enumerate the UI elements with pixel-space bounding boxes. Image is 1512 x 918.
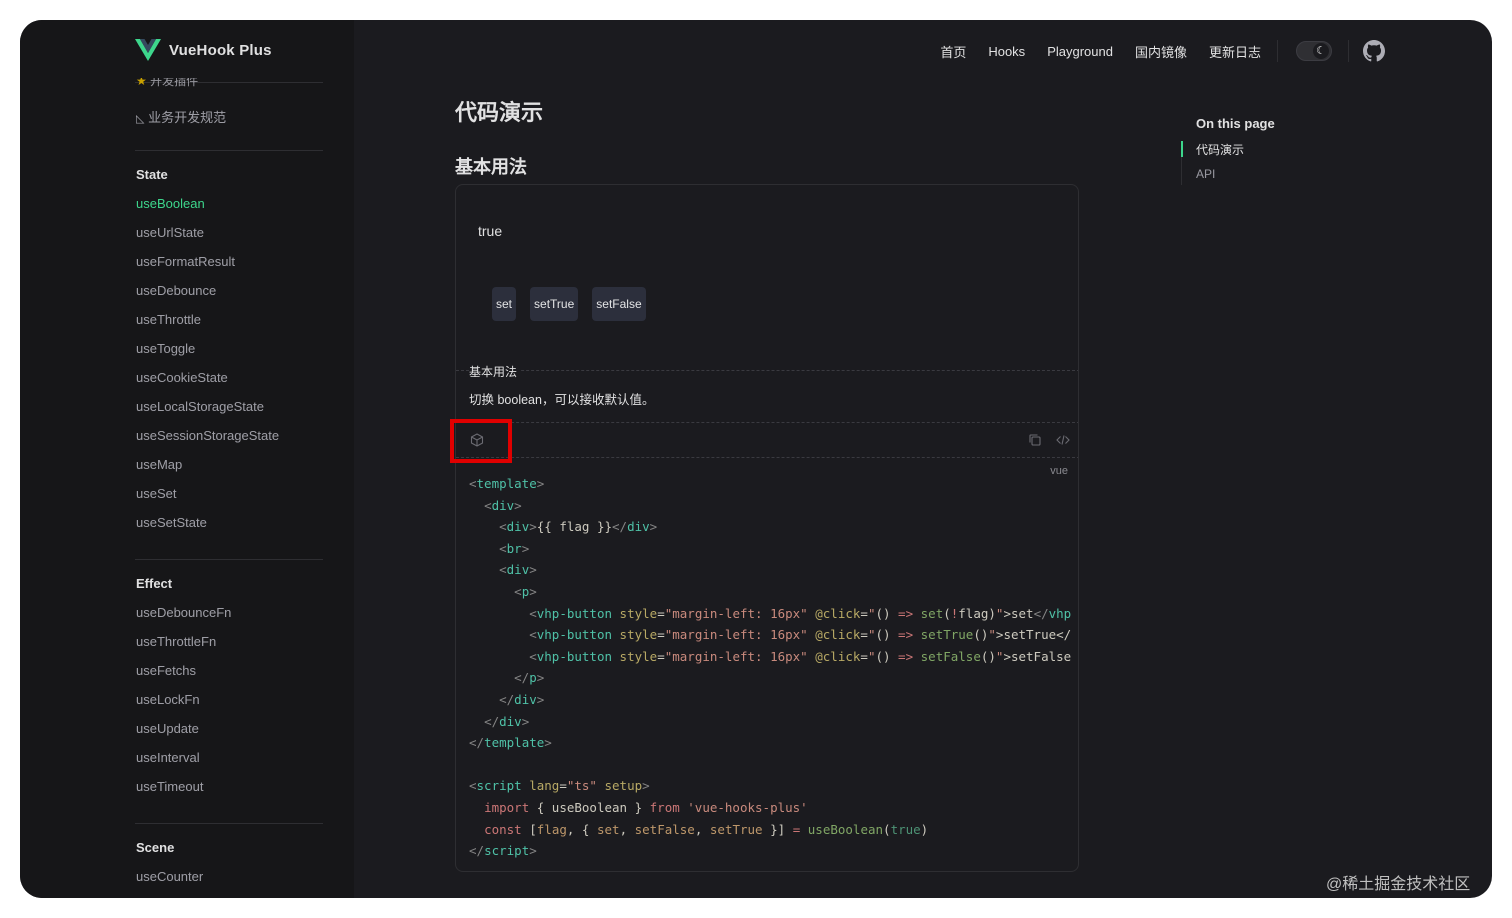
set-true-button[interactable]: setTrue xyxy=(530,287,579,321)
sidebar-group-title: Scene xyxy=(136,840,175,855)
sidebar-item-usefetchs[interactable]: useFetchs xyxy=(136,663,196,678)
sidebar-item-usemap[interactable]: useMap xyxy=(136,457,182,472)
sidebar-item-useurlstate[interactable]: useUrlState xyxy=(136,225,204,240)
top-nav: 首页 Hooks Playground 国内镜像 更新日志 ☾ xyxy=(918,40,1385,62)
demo-divider xyxy=(456,370,1078,371)
outline-item-api[interactable]: API xyxy=(1196,167,1215,181)
sidebar-item-usecookiestate[interactable]: useCookieState xyxy=(136,370,228,385)
github-icon[interactable] xyxy=(1363,40,1385,62)
nav-divider xyxy=(1348,40,1349,62)
code-block: <template> <div> <div>{{ flag }}</div> <… xyxy=(469,476,1072,859)
highlight-annotation xyxy=(450,419,512,463)
demo-block: true set setTrue setFalse 基本用法 切换 boolea… xyxy=(455,184,1079,872)
nav-link-mirror[interactable]: 国内镜像 xyxy=(1135,42,1187,61)
nav-link-hooks[interactable]: Hooks xyxy=(988,44,1025,59)
sidebar-item-usedebouncefn[interactable]: useDebounceFn xyxy=(136,605,231,620)
sidebar-group-title: Effect xyxy=(136,576,173,591)
sidebar-item-usedebounce[interactable]: useDebounce xyxy=(136,283,216,298)
outline-active-marker xyxy=(1181,141,1183,157)
outline-item-demo[interactable]: 代码演示 xyxy=(1196,141,1244,158)
sidebar-item-useboolean[interactable]: useBoolean xyxy=(136,196,205,211)
sidebar-item-usecounter[interactable]: useCounter xyxy=(136,869,203,884)
sidebar-item-usesessionstoragestate[interactable]: useSessionStorageState xyxy=(136,428,279,443)
sidebar-item-uselocalstoragestate[interactable]: useLocalStorageState xyxy=(136,399,264,414)
sidebar-item-usethrottlefn[interactable]: useThrottleFn xyxy=(136,634,216,649)
demo-desc-text: 切换 boolean，可以接收默认值。 xyxy=(469,393,655,407)
set-false-button[interactable]: setFalse xyxy=(592,287,646,321)
brand-name: VueHook Plus xyxy=(169,41,272,59)
nav-divider xyxy=(1277,40,1278,62)
sidebar-item-useset[interactable]: useSet xyxy=(136,486,176,501)
brand[interactable]: VueHook Plus xyxy=(135,38,272,62)
sidebar-divider xyxy=(135,823,323,824)
sidebar-item-usesetstate[interactable]: useSetState xyxy=(136,515,207,530)
sidebar-item-plugin[interactable]: ★ 开发插件 xyxy=(136,78,198,88)
sidebar-item-usethrottle[interactable]: useThrottle xyxy=(136,312,201,327)
sidebar-item-useinterval[interactable]: useInterval xyxy=(136,750,200,765)
code-icon[interactable] xyxy=(1056,433,1070,447)
section-title: 基本用法 xyxy=(455,157,527,177)
copy-icon[interactable] xyxy=(1028,433,1042,447)
demo-toolbar xyxy=(456,422,1078,458)
sidebar-divider xyxy=(135,559,323,560)
sidebar-divider xyxy=(135,150,323,151)
sidebar-item-usetoggle[interactable]: useToggle xyxy=(136,341,195,356)
sidebar-item-usetimeout[interactable]: useTimeout xyxy=(136,779,203,794)
nav-link-playground[interactable]: Playground xyxy=(1047,44,1113,59)
nav-link-changelog[interactable]: 更新日志 xyxy=(1209,42,1261,61)
demo-desc-title: 基本用法 xyxy=(469,363,522,380)
sidebar-item-uselockfn[interactable]: useLockFn xyxy=(136,692,200,707)
theme-toggle[interactable]: ☾ xyxy=(1296,41,1332,61)
set-button[interactable]: set xyxy=(492,287,517,321)
sidebar: VueHook Plus ★ 开发插件 ◺ 业务开发规范 State useBo… xyxy=(20,20,354,898)
app-window: VueHook Plus ★ 开发插件 ◺ 业务开发规范 State useBo… xyxy=(20,20,1492,898)
star-icon: ★ xyxy=(136,78,147,88)
moon-icon: ☾ xyxy=(1313,43,1329,59)
sidebar-item-useupdate[interactable]: useUpdate xyxy=(136,721,199,736)
demo-buttons: set setTrue setFalse xyxy=(492,287,646,321)
outline-title: On this page xyxy=(1196,116,1275,131)
page-title: 代码演示 xyxy=(455,100,544,125)
demo-value: true xyxy=(478,223,503,239)
watermark: @稀土掘金技术社区 xyxy=(1326,876,1471,893)
sidebar-item-business-spec[interactable]: ◺ 业务开发规范 xyxy=(136,107,226,126)
sidebar-group-title: State xyxy=(136,167,168,182)
ruler-icon: ◺ xyxy=(136,113,145,125)
nav-link-home[interactable]: 首页 xyxy=(940,42,966,61)
sidebar-item-useformatresult[interactable]: useFormatResult xyxy=(136,254,235,269)
vue-logo-icon xyxy=(135,39,161,61)
